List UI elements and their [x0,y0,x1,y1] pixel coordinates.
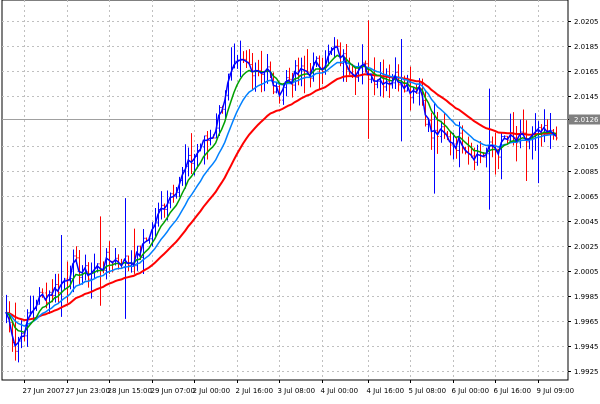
price-bar [160,191,162,219]
price-bar [32,296,34,320]
price-bar [5,295,7,323]
price-chart: 2.0205 2.0185 2.0165 2.0145 2.0105 2.0085 2.00… [0,0,600,400]
y-tick-label: 2.0205 [574,18,599,26]
price-bar [172,185,174,203]
x-tick-label: 9 Jul 09:00 [537,387,575,395]
y-tick-label: 1.9985 [574,293,599,301]
price-bar [467,137,469,165]
x-tick-label: 27 Jun 23:00 [66,387,110,395]
x-tick-label: 29 Jun 07:00 [151,387,195,395]
price-bar [239,41,241,77]
price-chart-svg: 2.0205 2.0185 2.0165 2.0145 2.0105 2.0085 2.00… [0,0,600,400]
price-bar [531,126,533,159]
y-tick-label: 2.0025 [574,243,599,251]
price-bar [72,250,74,293]
x-tick-label: 28 Jun 15:00 [108,387,152,395]
y-tick-label: 2.0105 [574,143,599,151]
price-bar [105,248,107,279]
price-bar [400,39,402,141]
y-tick-label: 2.0145 [574,93,599,101]
price-bar [394,57,396,89]
price-bar [494,133,496,175]
price-bar [242,51,244,63]
price-bar [440,121,442,143]
grid-layer [2,0,568,380]
y-tick-label: 1.9945 [574,343,599,351]
y-tick-label: 2.0065 [574,193,599,201]
price-bar [14,303,16,361]
price-bar [306,49,308,72]
x-tick-label: 6 Jul 16:00 [494,387,532,395]
plot-frame [2,0,568,380]
price-bar [318,55,320,88]
price-bar [60,235,62,317]
price-bar [130,250,132,272]
price-bar [409,67,411,111]
price-bar [294,60,296,91]
price-bar [257,60,259,76]
x-tick-label: 2 Jul 00:00 [193,387,231,395]
x-tick-label: 27 Jun 2007 [23,387,65,395]
price-bar [321,58,323,84]
price-bar [367,20,369,139]
price-bar [522,109,524,133]
price-bar [263,71,265,91]
y-tick-label: 2.0165 [574,68,599,76]
y-tick-label: 2.0005 [574,268,599,276]
y-tick-label: 2.0185 [574,43,599,51]
price-bar [99,216,101,305]
price-bar [245,50,247,68]
x-tick-label: 6 Jul 00:00 [452,387,490,395]
x-tick-label: 5 Jul 08:00 [409,387,447,395]
y-tick-label: 1.9925 [574,368,599,376]
price-bar [136,246,138,271]
y-tick-label: 2.0085 [574,168,599,176]
x-tick-label: 2 Jul 16:00 [236,387,274,395]
current-price-label: 2.0126 [574,116,599,124]
y-tick-label: 2.0045 [574,218,599,226]
price-bar [458,122,460,168]
price-bar [500,132,502,179]
x-tick-label: 4 Jul 00:00 [321,387,359,395]
price-bar [133,229,135,274]
price-bar [515,126,517,161]
price-bar [142,229,144,274]
y-tick-label: 1.9965 [574,318,599,326]
price-bar [412,87,414,104]
price-bar [248,49,250,64]
x-tick-label: 3 Jul 08:00 [278,387,316,395]
x-tick-label: 4 Jul 16:00 [367,387,405,395]
price-bar [543,109,545,142]
price-bar [206,131,208,159]
price-bar [190,133,192,174]
price-bar [63,278,65,289]
price-bar [354,67,356,95]
price-bar [163,204,165,218]
price-bar [93,254,95,279]
